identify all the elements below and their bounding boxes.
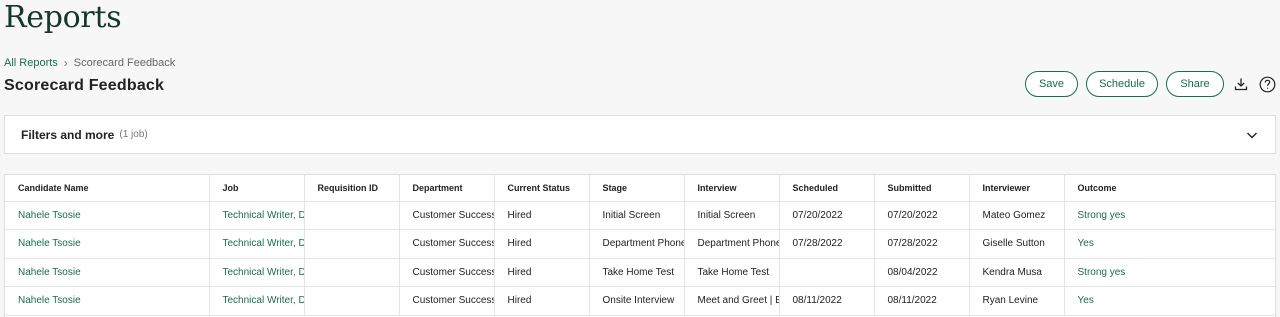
candidate-name-link[interactable]: Nahele Tsosie (5, 286, 209, 316)
stage-cell: Department Phone (588, 229, 684, 259)
column-header-submitted[interactable]: Submitted (873, 175, 969, 202)
interview-cell: Department Phone (683, 229, 779, 259)
outcome-cell: Yes (1063, 229, 1275, 259)
requisition-id-cell (303, 286, 399, 316)
current-status-cell: Hired (493, 258, 589, 287)
column-header-job[interactable]: Job (208, 175, 304, 202)
interview-cell: Initial Screen (683, 201, 779, 230)
report-actions: Save Schedule Share (1025, 71, 1276, 97)
submitted-cell: 07/20/2022 (873, 201, 969, 230)
stage-cell: Onsite Interview (588, 286, 684, 316)
stage-cell: Initial Screen (588, 201, 684, 230)
interview-cell: Take Home Test (683, 258, 779, 287)
chevron-right-icon: › (63, 56, 68, 70)
requisition-id-cell (303, 229, 399, 259)
department-cell: Customer Success (398, 286, 494, 316)
column-header-scheduled[interactable]: Scheduled (778, 175, 874, 202)
table-row: Nahele Tsosie Technical Writer, D Custom… (5, 258, 1275, 287)
save-button[interactable]: Save (1025, 71, 1078, 97)
column-header-department[interactable]: Department (398, 175, 494, 202)
table-row: Nahele Tsosie Technical Writer, D Custom… (5, 229, 1275, 259)
table-row: Nahele Tsosie Technical Writer, D Custom… (5, 201, 1275, 230)
stage-cell: Take Home Test (588, 258, 684, 287)
page-title: Reports (4, 0, 122, 35)
outcome-cell: Strong yes (1063, 258, 1275, 287)
column-header-interview[interactable]: Interview (683, 175, 779, 202)
scheduled-cell: 08/11/2022 (778, 286, 874, 316)
breadcrumb-all-reports-link[interactable]: All Reports (4, 57, 58, 69)
column-header-requisition-id[interactable]: Requisition ID (303, 175, 399, 202)
filters-job-count: (1 job) (119, 129, 148, 140)
department-cell: Customer Success (398, 229, 494, 259)
column-header-interviewer[interactable]: Interviewer (968, 175, 1064, 202)
column-header-stage[interactable]: Stage (588, 175, 684, 202)
candidate-name-link[interactable]: Nahele Tsosie (5, 201, 209, 230)
scheduled-cell: 07/20/2022 (778, 201, 874, 230)
share-button[interactable]: Share (1166, 71, 1224, 97)
interview-cell: Meet and Greet | E (683, 286, 779, 316)
interviewer-cell: Kendra Musa (968, 258, 1064, 287)
department-cell: Customer Success (398, 258, 494, 287)
current-status-cell: Hired (493, 286, 589, 316)
help-icon[interactable] (1258, 75, 1276, 93)
report-table: Candidate Name Job Requisition ID Depart… (4, 174, 1276, 317)
schedule-button[interactable]: Schedule (1086, 71, 1158, 97)
job-link[interactable]: Technical Writer, D (208, 258, 304, 287)
submitted-cell: 07/28/2022 (873, 229, 969, 259)
table-row: Nahele Tsosie Technical Writer, D Custom… (5, 286, 1275, 316)
scheduled-cell (778, 258, 874, 287)
submitted-cell: 08/04/2022 (873, 258, 969, 287)
department-cell: Customer Success (398, 201, 494, 230)
job-link[interactable]: Technical Writer, D (208, 286, 304, 316)
job-link[interactable]: Technical Writer, D (208, 229, 304, 259)
interviewer-cell: Giselle Sutton (968, 229, 1064, 259)
requisition-id-cell (303, 201, 399, 230)
requisition-id-cell (303, 258, 399, 287)
current-status-cell: Hired (493, 201, 589, 230)
column-header-current-status[interactable]: Current Status (493, 175, 589, 202)
breadcrumb: All Reports › Scorecard Feedback (4, 57, 175, 69)
candidate-name-link[interactable]: Nahele Tsosie (5, 258, 209, 287)
job-link[interactable]: Technical Writer, D (208, 201, 304, 230)
table-header-row: Candidate Name Job Requisition ID Depart… (5, 175, 1275, 202)
download-icon[interactable] (1232, 75, 1250, 93)
breadcrumb-current: Scorecard Feedback (73, 57, 176, 69)
outcome-cell: Yes (1063, 286, 1275, 316)
current-status-cell: Hired (493, 229, 589, 259)
submitted-cell: 08/11/2022 (873, 286, 969, 316)
outcome-cell: Strong yes (1063, 201, 1275, 230)
candidate-name-link[interactable]: Nahele Tsosie (5, 229, 209, 259)
filters-panel[interactable]: Filters and more (1 job) (4, 115, 1276, 154)
interviewer-cell: Ryan Levine (968, 286, 1064, 316)
filters-label: Filters and more (21, 127, 115, 142)
column-header-outcome[interactable]: Outcome (1063, 175, 1275, 202)
report-title: Scorecard Feedback (4, 77, 165, 94)
interviewer-cell: Mateo Gomez (968, 201, 1064, 230)
chevron-down-icon[interactable] (1245, 128, 1259, 142)
scheduled-cell: 07/28/2022 (778, 229, 874, 259)
column-header-candidate-name[interactable]: Candidate Name (5, 175, 209, 202)
